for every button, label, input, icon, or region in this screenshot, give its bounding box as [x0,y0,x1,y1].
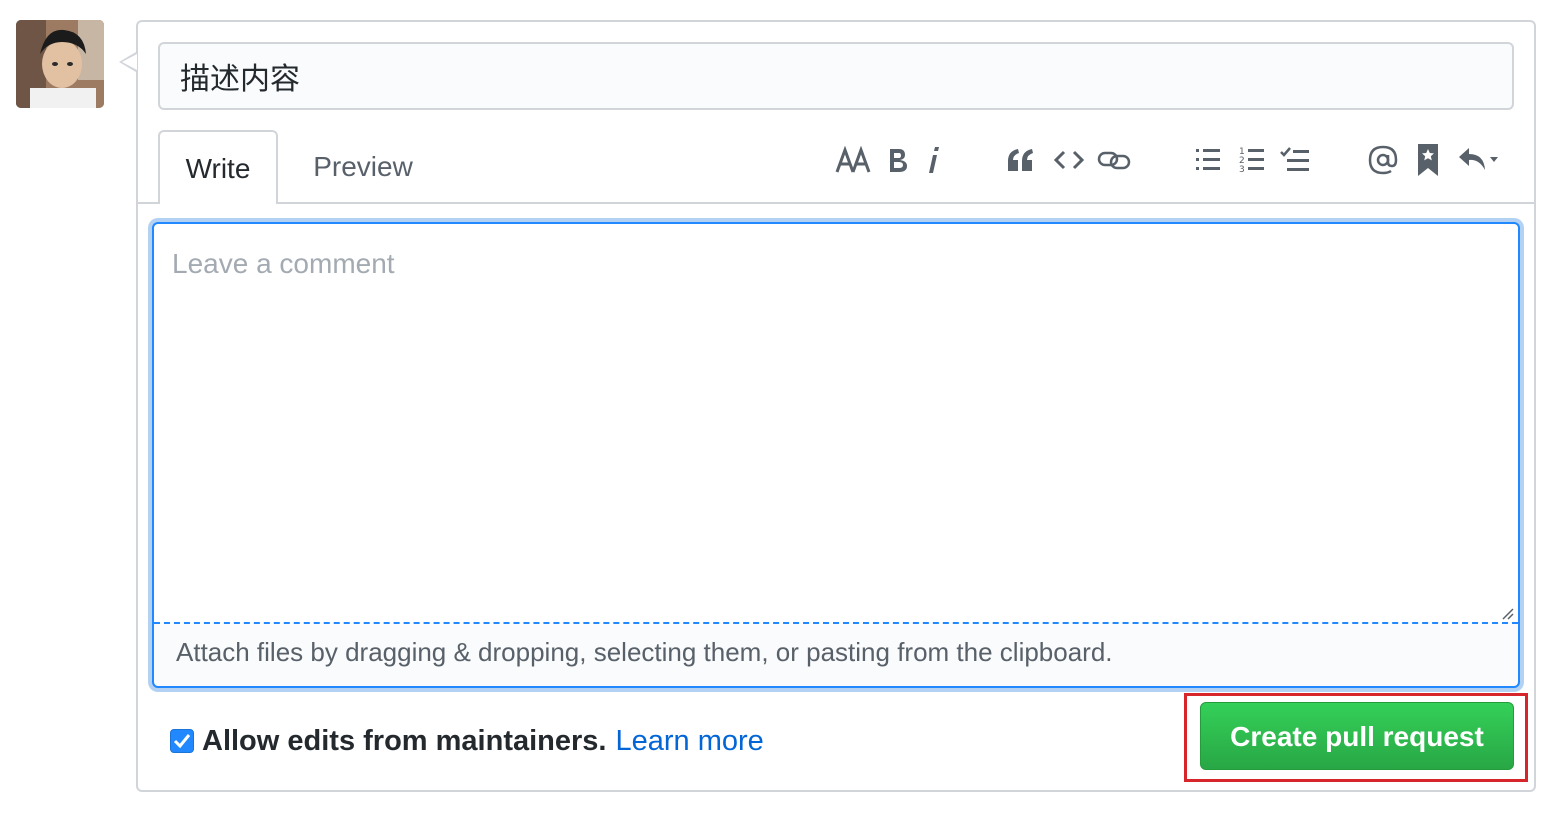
unordered-list-icon[interactable] [1192,138,1224,182]
svg-text:3: 3 [1239,165,1245,175]
create-pull-request-button[interactable]: Create pull request [1200,702,1514,770]
link-icon[interactable] [1096,138,1132,182]
code-icon[interactable] [1052,138,1086,182]
comment-textarea[interactable] [154,224,1518,622]
tab-preview[interactable]: Preview [296,130,430,204]
tab-write[interactable]: Write [158,130,278,204]
title-input[interactable] [158,42,1514,110]
allow-edits-label: Allow edits from maintainers. [202,724,607,757]
italic-icon[interactable] [924,138,944,182]
checkmark-icon [173,734,191,749]
bold-icon[interactable] [884,138,912,182]
allow-edits-row: Allow edits from maintainers. Learn more [170,724,764,758]
avatar-photo [16,20,104,108]
resize-handle-icon[interactable] [1500,606,1514,620]
drop-zone-divider [154,622,1518,624]
avatar[interactable] [16,20,104,108]
panel-caret-fill [122,54,137,70]
learn-more-link[interactable]: Learn more [615,725,763,758]
reply-icon[interactable] [1456,138,1506,182]
ordered-list-icon[interactable]: 1 2 3 [1236,138,1268,182]
quote-icon[interactable] [1004,138,1038,182]
attach-files-hint[interactable]: Attach files by dragging & dropping, sel… [176,637,1113,668]
allow-edits-checkbox[interactable] [170,729,194,753]
saved-reply-icon[interactable] [1414,138,1442,182]
text-size-icon[interactable] [834,138,872,182]
task-list-icon[interactable] [1278,138,1312,182]
comment-box: Attach files by dragging & dropping, sel… [152,222,1520,688]
mention-icon[interactable] [1366,138,1400,182]
